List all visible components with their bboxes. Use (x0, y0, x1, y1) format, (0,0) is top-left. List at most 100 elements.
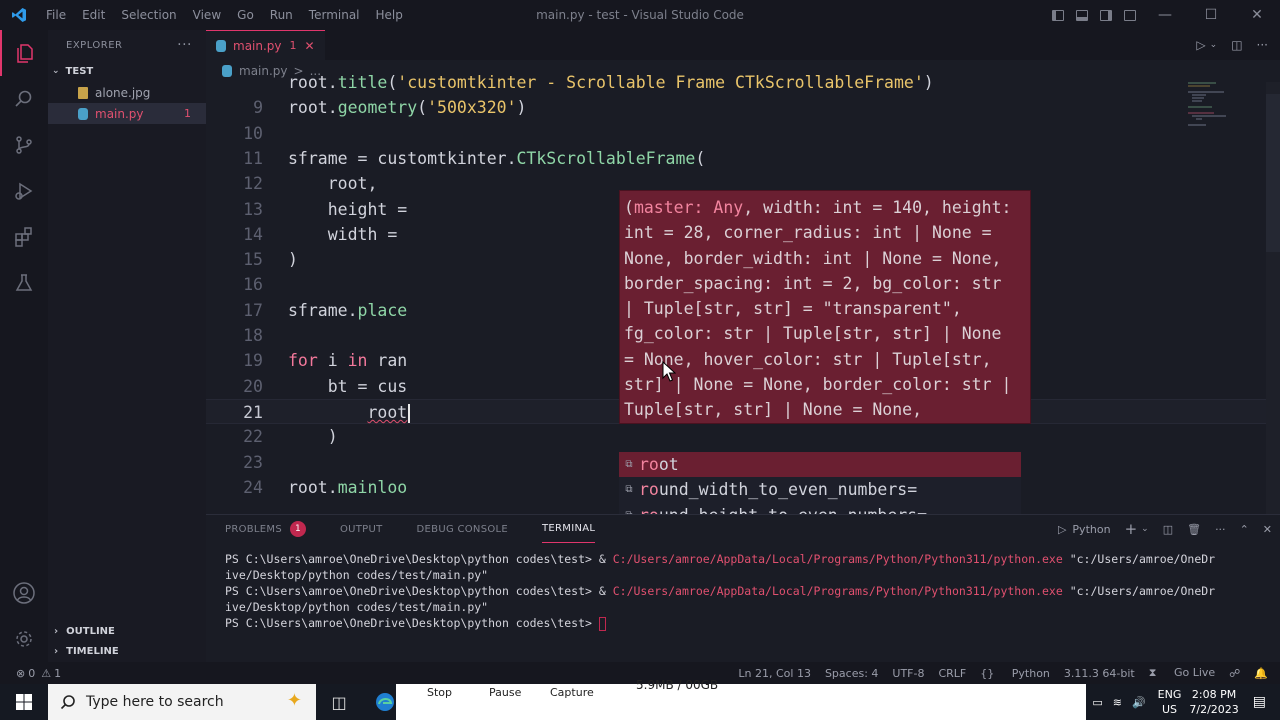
clock-date: 7/2/2023 (1189, 703, 1239, 716)
tray-network-icon[interactable]: ▭ (1092, 696, 1102, 709)
notification-center-icon[interactable]: ▤ (1253, 694, 1266, 710)
new-terminal-button[interactable]: + (1125, 520, 1138, 538)
line-number: 14 (243, 224, 263, 244)
menu-run[interactable]: Run (262, 8, 301, 22)
minimap[interactable] (1186, 80, 1256, 170)
recorder-pause-button[interactable]: Pause (489, 686, 521, 699)
menu-go[interactable]: Go (229, 8, 262, 22)
go-live-button[interactable]: ⧗ Go Live (1149, 666, 1215, 680)
code-line[interactable]: 9 root.geometry('500x320') (206, 95, 1280, 120)
feedback-icon[interactable]: ☍ (1229, 667, 1240, 680)
language-mode[interactable]: {} Python (980, 667, 1050, 680)
outline-section[interactable]: › OUTLINE (48, 621, 206, 641)
account-icon[interactable] (0, 570, 48, 616)
menu-edit[interactable]: Edit (74, 8, 113, 22)
tab-close-icon[interactable]: ✕ (305, 39, 315, 53)
menu-help[interactable]: Help (368, 8, 411, 22)
tab-main-py[interactable]: main.py 1 ✕ (206, 30, 325, 60)
menu-file[interactable]: File (38, 8, 74, 22)
menu-selection[interactable]: Selection (113, 8, 184, 22)
customize-layout-icon[interactable] (1118, 0, 1142, 30)
recorder-capture-button[interactable]: Capture (550, 686, 594, 699)
code-line[interactable]: 10 (206, 121, 1280, 146)
tab-terminal[interactable]: TERMINAL (542, 515, 596, 543)
taskbar-search-box[interactable]: Type here to search ✦ (48, 684, 316, 720)
clock[interactable]: 2:08 PM 7/2/2023 (1189, 687, 1238, 717)
folder-test[interactable]: ⌄ TEST (48, 60, 206, 82)
code-line[interactable]: 11 sframe = customtkinter.CTkScrollableFr… (206, 146, 1280, 171)
terminal-arg: "c:/Users/amroe/OneDr (1062, 584, 1216, 598)
cursor-position[interactable]: Ln 21, Col 13 (738, 667, 811, 680)
new-terminal-dropdown-icon[interactable]: ⌄ (1141, 524, 1149, 534)
close-panel-icon[interactable]: ✕ (1263, 523, 1272, 536)
minimize-button[interactable]: — (1142, 0, 1188, 30)
toggle-panel-icon[interactable] (1070, 0, 1094, 30)
explorer-icon[interactable] (0, 30, 48, 76)
toggle-sidebar-icon[interactable] (1046, 0, 1070, 30)
suggestion-item[interactable]: ⧉round_height_to_even_numbers= (619, 503, 1021, 514)
code-token: . (327, 73, 338, 92)
status-problems[interactable]: ⊗ 0 ⚠ 1 (0, 667, 61, 680)
split-terminal-icon[interactable]: ◫ (1163, 523, 1173, 536)
python-interpreter[interactable]: 3.11.3 64-bit (1064, 667, 1135, 680)
explorer-more-button[interactable]: ··· (177, 37, 192, 53)
terminal-exe: C:/Users/amroe/AppData/Local/Programs/Py… (612, 584, 1063, 598)
terminal-output[interactable]: PS C:\Users\amroe\OneDrive\Desktop\pytho… (206, 543, 1280, 631)
tray-wifi-icon[interactable]: ≋ (1113, 696, 1122, 709)
manage-gear-icon[interactable] (0, 616, 48, 662)
folder-label: TEST (65, 65, 94, 77)
notifications-bell-icon[interactable]: 🔔 (1254, 667, 1268, 680)
indentation[interactable]: Spaces: 4 (825, 667, 878, 680)
image-file-icon (78, 86, 88, 99)
file-alone-jpg[interactable]: alone.jpg (48, 82, 206, 103)
run-debug-icon[interactable] (0, 168, 48, 214)
input-language-code: ENG (1157, 688, 1182, 701)
split-editor-icon[interactable]: ◫ (1231, 38, 1242, 52)
maximize-panel-icon[interactable]: ⌃ (1240, 523, 1249, 536)
menu-terminal[interactable]: Terminal (301, 8, 368, 22)
system-tray: ▭ ≋ 🔊 ENG US 2:08 PM 7/2/2023 ▤ (1092, 684, 1280, 720)
extensions-icon[interactable] (0, 214, 48, 260)
windows-start-icon[interactable] (0, 684, 48, 720)
editor-scrollbar[interactable] (1266, 82, 1280, 514)
kill-terminal-icon[interactable]: 🗑 (1187, 523, 1201, 536)
testing-flask-icon[interactable] (0, 260, 48, 306)
toggle-secondary-sidebar-icon[interactable] (1094, 0, 1118, 30)
task-view-icon[interactable]: ◫ (316, 684, 362, 720)
suggestion-item[interactable]: ⧉ ro ot (619, 452, 1021, 478)
timeline-section[interactable]: › TIMELINE (48, 641, 206, 661)
code-line[interactable]: 22 ) (206, 424, 1280, 449)
source-control-icon[interactable] (0, 122, 48, 168)
search-placeholder: Type here to search (86, 694, 224, 710)
tray-volume-icon[interactable]: 🔊 (1132, 696, 1146, 709)
tab-output[interactable]: OUTPUT (340, 515, 383, 543)
suggestion-item[interactable]: ⧉ ro und_width_to_even_numbers= (619, 477, 1021, 502)
menu-view[interactable]: View (185, 8, 229, 22)
code-line[interactable]: root.title('customtkinter - Scrollable F… (206, 70, 1280, 95)
maximize-button[interactable]: ☐ (1188, 0, 1234, 30)
close-window-button[interactable]: ✕ (1234, 0, 1280, 30)
search-icon[interactable] (0, 76, 48, 122)
input-language[interactable]: ENG US (1158, 687, 1182, 717)
code-token: . (506, 148, 517, 168)
scrollbar-thumb[interactable] (1266, 94, 1280, 252)
tab-problems[interactable]: PROBLEMS 1 (225, 515, 306, 543)
run-dropdown-icon[interactable]: ⌄ (1210, 40, 1218, 50)
line-text: ) (288, 424, 338, 449)
line-number: 16 (243, 275, 263, 295)
go-live-label: Go Live (1173, 666, 1216, 679)
tab-debug-console[interactable]: DEBUG CONSOLE (417, 515, 508, 543)
terminal-prompt: PS C:\Users\amroe\OneDrive\Desktop\pytho… (225, 584, 613, 598)
line-number: 12 (243, 174, 263, 194)
run-python-icon[interactable]: ▷ (1196, 38, 1205, 52)
terminal-shell-label[interactable]: Python (1072, 523, 1110, 536)
encoding[interactable]: UTF-8 (892, 667, 924, 680)
more-actions-icon[interactable]: ··· (1257, 38, 1268, 52)
terminal-arg: ive/Desktop/python codes/test/main.py" (225, 568, 489, 582)
end-of-line[interactable]: CRLF (938, 667, 966, 680)
file-main-py[interactable]: main.py 1 (48, 103, 206, 124)
line-number: 11 (243, 148, 263, 168)
panel-more-icon[interactable]: ··· (1215, 523, 1226, 536)
recorder-stop-button[interactable]: Stop (427, 686, 452, 699)
terminal-line: ive/Desktop/python codes/test/main.py" (225, 567, 1280, 583)
